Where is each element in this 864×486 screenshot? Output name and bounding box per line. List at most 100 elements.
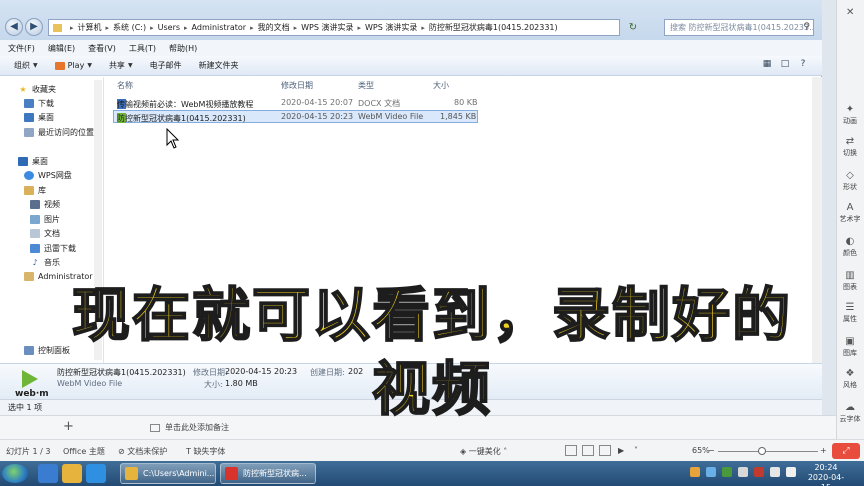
clock-time: 20:24 bbox=[814, 463, 838, 472]
organize-button[interactable]: 组织 ▼ bbox=[14, 60, 38, 71]
nav-videos[interactable]: 视频 bbox=[30, 199, 60, 210]
address-bar[interactable]: ▸ 计算机 ▸ 系统 (C:) ▸ Users ▸ Administrator … bbox=[48, 19, 620, 36]
nav-recent[interactable]: 最近访问的位置 bbox=[24, 127, 94, 138]
tray-icon[interactable] bbox=[738, 467, 748, 477]
fit-window-button[interactable]: ⤢ bbox=[832, 443, 860, 459]
nav-downloads[interactable]: 下载 bbox=[24, 98, 54, 109]
fit-window-icon: ⤢ bbox=[842, 446, 850, 456]
new-folder-button[interactable]: 新建文件夹 bbox=[199, 60, 239, 71]
refresh-icon[interactable]: ↻ bbox=[624, 20, 642, 35]
side-label: 艺术字 bbox=[839, 215, 861, 223]
menu-edit[interactable]: 编辑(E) bbox=[48, 43, 75, 54]
video-library-icon bbox=[30, 200, 40, 209]
back-button[interactable]: ◀ bbox=[5, 18, 23, 36]
nav-documents[interactable]: 文档 bbox=[30, 228, 60, 239]
taskbar-folder-icon[interactable] bbox=[62, 464, 82, 483]
nav-favorites[interactable]: ★ 收藏夹 bbox=[18, 84, 56, 95]
search-input[interactable]: 搜索 防控新型冠状病毒1(0415.20233... ⚲ bbox=[664, 19, 814, 36]
missing-fonts[interactable]: T 缺失字体 bbox=[186, 446, 225, 457]
breadcrumb-documents[interactable]: 我的文档 bbox=[258, 22, 290, 33]
breadcrumb-drive[interactable]: 系统 (C:) bbox=[113, 22, 146, 33]
file-row-selected[interactable]: 防控新型冠状病毒1(0415.202331) 2020-04-15 20:23 … bbox=[113, 110, 478, 123]
nav-wps-cloud[interactable]: WPS网盘 bbox=[24, 170, 72, 181]
zoom-out-icon[interactable]: − bbox=[708, 446, 715, 455]
taskbar-app-icon[interactable] bbox=[86, 464, 106, 483]
taskbar-wps-button[interactable]: 防控新型冠状病... bbox=[220, 463, 316, 484]
search-icon[interactable]: ⚲ bbox=[803, 20, 810, 35]
chevron-down-icon[interactable]: ˅ bbox=[634, 446, 638, 455]
email-button[interactable]: 电子邮件 bbox=[150, 60, 182, 71]
file-row[interactable]: 传输视频前必读：WebM视频播放教程 2020-04-15 20:07 DOCX… bbox=[113, 97, 478, 110]
play-slideshow-icon[interactable]: ▶ bbox=[618, 446, 624, 455]
breadcrumb-computer[interactable]: 计算机 bbox=[78, 22, 102, 33]
forward-button[interactable]: ▶ bbox=[25, 18, 43, 36]
menu-help[interactable]: 帮助(H) bbox=[169, 43, 197, 54]
zoom-in-icon[interactable]: + bbox=[820, 446, 827, 455]
zoom-slider-handle[interactable] bbox=[758, 447, 766, 455]
nav-label: 最近访问的位置 bbox=[38, 128, 94, 137]
protect-status[interactable]: ⊘ 文档未保护 bbox=[118, 446, 167, 457]
cloud-icon bbox=[24, 171, 34, 180]
network-icon[interactable] bbox=[770, 467, 780, 477]
breadcrumb-users[interactable]: Users bbox=[158, 23, 180, 32]
play-button[interactable]: Play ▼ bbox=[54, 61, 92, 70]
beautify-button[interactable]: ◈ 一键美化 ˄ bbox=[460, 446, 507, 457]
breadcrumb-separator: ▸ bbox=[293, 23, 298, 32]
library-icon bbox=[24, 186, 34, 195]
breadcrumb-current[interactable]: 防控新型冠状病毒1(0415.202331) bbox=[429, 22, 558, 33]
side-animation[interactable]: ✦ 动画 bbox=[836, 104, 864, 126]
desktop-icon bbox=[24, 113, 34, 122]
nav-desktop-root[interactable]: 桌面 bbox=[18, 156, 48, 167]
sorter-view-icon[interactable] bbox=[582, 445, 594, 456]
normal-view-icon[interactable] bbox=[565, 445, 577, 456]
side-label: 动画 bbox=[843, 117, 857, 125]
column-name[interactable]: 名称 bbox=[117, 80, 133, 91]
nav-desktop[interactable]: 桌面 bbox=[24, 112, 54, 123]
taskbar-media-icon[interactable] bbox=[38, 464, 58, 483]
column-type[interactable]: 类型 bbox=[358, 80, 374, 91]
breadcrumb-wps1[interactable]: WPS 演讲实录 bbox=[301, 22, 353, 33]
side-shape[interactable]: ◇ 形状 bbox=[836, 170, 864, 192]
zoom-slider[interactable] bbox=[718, 451, 818, 452]
tray-icon[interactable] bbox=[690, 467, 700, 477]
breadcrumb-wps2[interactable]: WPS 演讲实录 bbox=[365, 22, 417, 33]
side-color[interactable]: ◐ 颜色 bbox=[836, 236, 864, 258]
tray-icon[interactable] bbox=[706, 467, 716, 477]
tray-icon[interactable] bbox=[722, 467, 732, 477]
mouse-cursor-icon bbox=[166, 128, 180, 149]
start-button-icon[interactable] bbox=[2, 464, 28, 483]
nav-music[interactable]: ♪ 音乐 bbox=[30, 257, 60, 268]
share-button[interactable]: 共享 ▼ bbox=[109, 60, 133, 71]
taskbar-explorer-button[interactable]: C:\Users\Admini... bbox=[120, 463, 216, 484]
taskbar-explorer-label: C:\Users\Admini... bbox=[143, 469, 215, 478]
breadcrumb-separator: ▸ bbox=[150, 23, 154, 32]
taskbar-clock[interactable]: 20:24 2020-04-15 bbox=[806, 463, 846, 486]
tray-icon[interactable] bbox=[754, 467, 764, 477]
menu-tools[interactable]: 工具(T) bbox=[129, 43, 156, 54]
folder-icon bbox=[125, 467, 138, 480]
menu-file[interactable]: 文件(F) bbox=[8, 43, 35, 54]
side-transition[interactable]: ⇄ 切换 bbox=[836, 136, 864, 158]
reading-view-icon[interactable] bbox=[599, 445, 611, 456]
wps-status-bar: 幻灯片 1 / 3 Office 主题 ⊘ 文档未保护 T 缺失字体 ◈ 一键美… bbox=[0, 439, 864, 461]
download-icon bbox=[30, 244, 40, 253]
view-options-icon[interactable]: ▦ bbox=[760, 59, 774, 72]
nav-library[interactable]: 库 bbox=[24, 185, 46, 196]
nav-xunlei[interactable]: 迅雷下载 bbox=[30, 243, 76, 254]
breadcrumb-admin[interactable]: Administrator bbox=[192, 23, 247, 32]
nav-label: 视频 bbox=[44, 200, 60, 209]
preview-pane-icon[interactable]: □ bbox=[778, 59, 792, 72]
volume-icon[interactable] bbox=[786, 467, 796, 477]
play-label: Play bbox=[67, 61, 85, 70]
help-icon[interactable]: ? bbox=[796, 59, 810, 72]
column-size[interactable]: 大小 bbox=[433, 80, 449, 91]
nav-label: 桌面 bbox=[32, 157, 48, 166]
side-wordart[interactable]: A 艺术字 bbox=[836, 202, 864, 224]
nav-pictures[interactable]: 图片 bbox=[30, 214, 60, 225]
chevron-up-icon: ˄ bbox=[500, 447, 508, 456]
menu-view[interactable]: 查看(V) bbox=[88, 43, 116, 54]
play-icon bbox=[54, 61, 65, 70]
close-icon[interactable]: ✕ bbox=[846, 7, 854, 18]
column-date[interactable]: 修改日期 bbox=[281, 80, 313, 91]
file-name: 传输视频前必读：WebM视频播放教程 bbox=[117, 100, 254, 109]
